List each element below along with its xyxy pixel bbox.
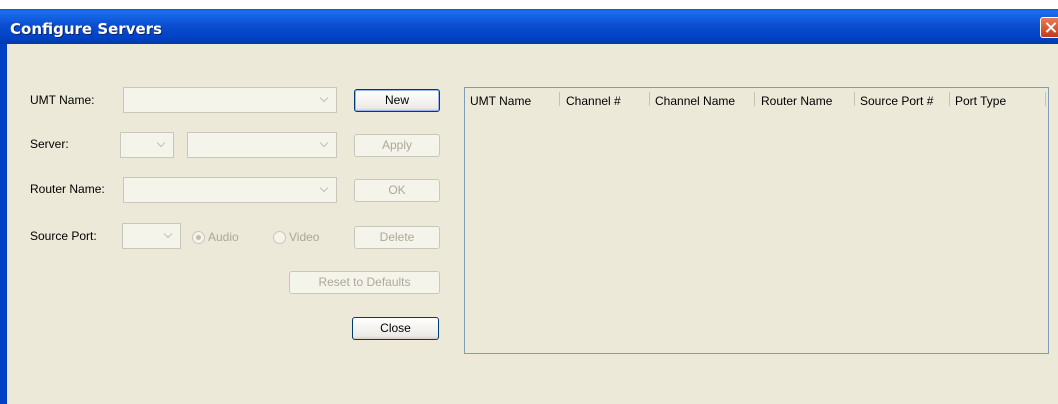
column-divider[interactable] bbox=[949, 92, 950, 106]
source-port-combo[interactable] bbox=[122, 223, 181, 249]
close-button[interactable]: Close bbox=[352, 317, 439, 340]
video-radio[interactable] bbox=[273, 231, 286, 244]
server-type-combo[interactable] bbox=[120, 132, 174, 158]
configure-servers-dialog: Configure Servers UMT Name: New Server: … bbox=[0, 0, 1058, 404]
column-header-source-port[interactable]: Source Port # bbox=[860, 94, 933, 108]
chevron-down-icon[interactable] bbox=[315, 134, 335, 156]
chevron-down-icon[interactable] bbox=[152, 134, 172, 156]
table-header: UMT Name Channel # Channel Name Router N… bbox=[465, 88, 1048, 112]
new-button[interactable]: New bbox=[354, 89, 440, 112]
column-header-port-type[interactable]: Port Type bbox=[955, 94, 1006, 108]
column-header-channel-number[interactable]: Channel # bbox=[566, 94, 621, 108]
column-header-channel-name[interactable]: Channel Name bbox=[655, 94, 735, 108]
window-title: Configure Servers bbox=[10, 20, 162, 38]
delete-button[interactable]: Delete bbox=[354, 226, 440, 249]
column-divider[interactable] bbox=[754, 92, 755, 106]
chevron-down-icon[interactable] bbox=[159, 225, 179, 247]
video-radio-label: Video bbox=[289, 230, 320, 244]
apply-button[interactable]: Apply bbox=[354, 134, 440, 157]
column-divider[interactable] bbox=[1045, 92, 1046, 106]
column-divider[interactable] bbox=[649, 92, 650, 106]
reset-to-defaults-button[interactable]: Reset to Defaults bbox=[289, 271, 440, 294]
server-label: Server: bbox=[30, 137, 69, 151]
column-header-router-name[interactable]: Router Name bbox=[761, 94, 832, 108]
title-bar[interactable]: Configure Servers bbox=[0, 9, 1058, 44]
router-name-label: Router Name: bbox=[30, 182, 105, 196]
window-border bbox=[0, 44, 7, 404]
chevron-down-icon[interactable] bbox=[315, 179, 335, 201]
audio-radio-label: Audio bbox=[208, 230, 239, 244]
chevron-down-icon[interactable] bbox=[315, 89, 335, 111]
column-header-umt-name[interactable]: UMT Name bbox=[470, 94, 531, 108]
umt-name-label: UMT Name: bbox=[30, 93, 95, 107]
column-divider[interactable] bbox=[559, 92, 560, 106]
audio-radio[interactable] bbox=[192, 231, 205, 244]
umt-name-combo[interactable] bbox=[123, 87, 337, 113]
ok-button[interactable]: OK bbox=[354, 179, 440, 202]
source-port-label: Source Port: bbox=[30, 229, 97, 243]
server-combo[interactable] bbox=[187, 132, 337, 158]
router-name-combo[interactable] bbox=[123, 177, 337, 203]
column-divider[interactable] bbox=[854, 92, 855, 106]
servers-table[interactable]: UMT Name Channel # Channel Name Router N… bbox=[464, 87, 1049, 354]
close-icon[interactable] bbox=[1040, 17, 1058, 38]
